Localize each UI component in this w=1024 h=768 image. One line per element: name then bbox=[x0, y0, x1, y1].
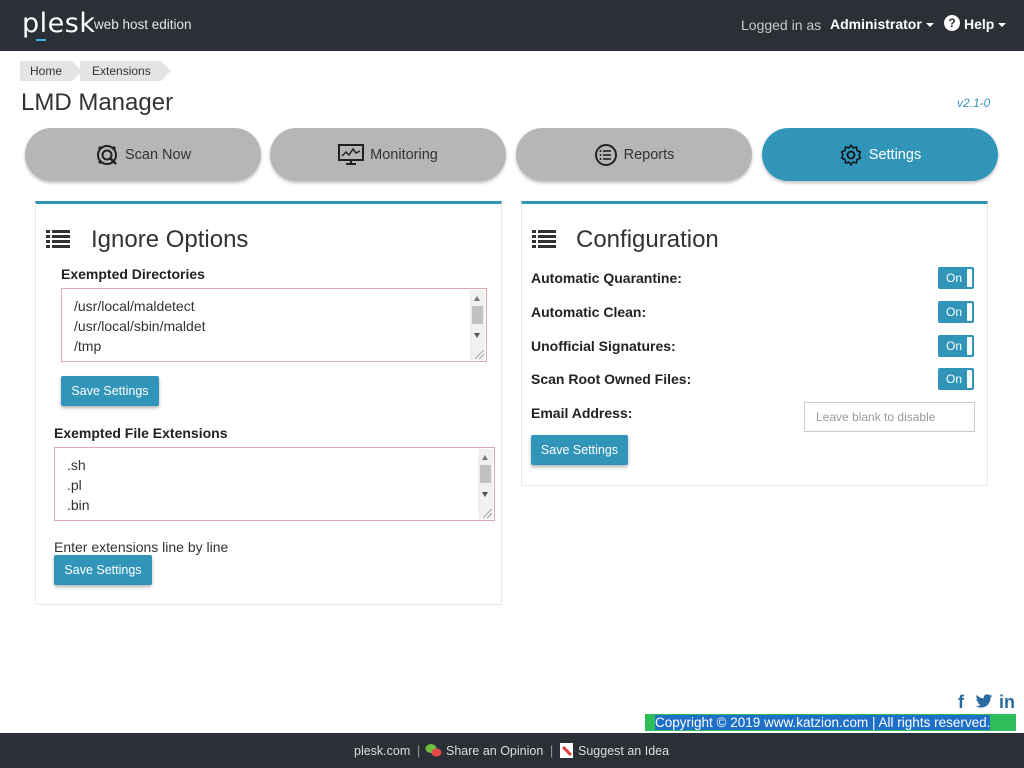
user-name: Administrator bbox=[830, 16, 922, 32]
exempted-directories-label: Exempted Directories bbox=[61, 266, 205, 282]
logged-in-label: Logged in as bbox=[741, 17, 822, 33]
scan-root-owned-label: Scan Root Owned Files: bbox=[531, 371, 692, 387]
resize-grip-icon[interactable] bbox=[475, 350, 484, 359]
plesk-logo[interactable]: plesk bbox=[22, 8, 95, 39]
configuration-title: Configuration bbox=[576, 226, 719, 253]
gear-icon bbox=[840, 143, 862, 166]
settings-button[interactable]: Settings bbox=[762, 128, 998, 181]
help-label: Help bbox=[964, 16, 995, 32]
scan-icon bbox=[96, 144, 117, 165]
list-item: .bin bbox=[67, 497, 90, 513]
facebook-icon[interactable]: f bbox=[958, 692, 964, 713]
linkedin-icon[interactable]: in bbox=[999, 692, 1015, 713]
unofficial-signatures-toggle[interactable]: On bbox=[938, 335, 974, 357]
version-label: v2.1-0 bbox=[957, 96, 991, 110]
automatic-clean-label: Automatic Clean: bbox=[531, 304, 647, 320]
idea-icon bbox=[559, 742, 575, 762]
list-item: /usr/local/maldetect bbox=[74, 298, 195, 314]
copyright-text: Copyright © 2019 www.katzion.com | All r… bbox=[655, 715, 991, 730]
toggle-state: On bbox=[946, 305, 963, 319]
list-item: /tmp bbox=[74, 338, 102, 354]
separator: | bbox=[550, 744, 554, 758]
configuration-panel: Configuration Automatic Quarantine: On A… bbox=[521, 201, 988, 486]
chevron-down-icon bbox=[998, 23, 1007, 28]
email-field[interactable]: Leave blank to disable bbox=[804, 402, 975, 432]
share-opinion-link[interactable]: Share an Opinion bbox=[446, 744, 543, 758]
scroll-down-icon[interactable] bbox=[474, 333, 480, 338]
save-directories-button[interactable]: Save Settings bbox=[61, 376, 159, 406]
ignore-options-panel: Ignore Options Exempted Directories /usr… bbox=[35, 201, 502, 605]
edition-label: web host edition bbox=[94, 17, 192, 32]
toggle-state: On bbox=[946, 271, 963, 285]
scan-now-button[interactable]: Scan Now bbox=[25, 128, 261, 181]
scroll-up-icon[interactable] bbox=[474, 296, 480, 301]
breadcrumb: Home Extensions bbox=[20, 61, 171, 81]
user-menu[interactable]: Administrator bbox=[830, 16, 934, 32]
toggle-state: On bbox=[946, 339, 963, 353]
plesk-link[interactable]: plesk.com bbox=[354, 744, 410, 758]
ignore-options-title: Ignore Options bbox=[91, 226, 249, 253]
exempted-directories-textarea[interactable]: /usr/local/maldetect /usr/local/sbin/mal… bbox=[61, 288, 487, 362]
scroll-thumb[interactable] bbox=[472, 306, 483, 324]
scan-root-owned-toggle[interactable]: On bbox=[938, 368, 974, 390]
extensions-hint: Enter extensions line by line bbox=[54, 539, 229, 555]
copyright-bar: Copyright © 2019 www.katzion.com | All r… bbox=[645, 714, 1016, 731]
list-item: .sh bbox=[67, 457, 86, 473]
list-item: /usr/local/sbin/maldet bbox=[74, 318, 206, 334]
twitter-icon[interactable] bbox=[975, 693, 993, 714]
automatic-quarantine-label: Automatic Quarantine: bbox=[531, 270, 682, 286]
scroll-up-icon[interactable] bbox=[482, 455, 488, 460]
page-title: LMD Manager bbox=[21, 89, 174, 116]
unofficial-signatures-label: Unofficial Signatures: bbox=[531, 338, 676, 354]
top-bar: plesk web host edition Logged in as Admi… bbox=[0, 0, 1024, 51]
monitor-icon bbox=[338, 143, 365, 165]
monitoring-button[interactable]: Monitoring bbox=[270, 128, 506, 181]
separator: | bbox=[417, 744, 421, 758]
reports-icon bbox=[594, 143, 617, 166]
breadcrumb-extensions[interactable]: Extensions bbox=[80, 61, 171, 81]
opinion-icon bbox=[425, 742, 442, 762]
email-address-label: Email Address: bbox=[531, 405, 633, 421]
help-menu[interactable]: Help bbox=[964, 16, 1007, 32]
scroll-down-icon[interactable] bbox=[482, 492, 488, 497]
automatic-clean-toggle[interactable]: On bbox=[938, 301, 974, 323]
exempted-extensions-textarea[interactable]: .sh .pl .bin bbox=[54, 447, 495, 521]
scroll-thumb[interactable] bbox=[480, 465, 491, 483]
resize-grip-icon[interactable] bbox=[483, 509, 492, 518]
reports-button[interactable]: Reports bbox=[516, 128, 752, 181]
toggle-state: On bbox=[946, 372, 963, 386]
suggest-idea-link[interactable]: Suggest an Idea bbox=[578, 744, 669, 758]
list-icon bbox=[46, 230, 70, 248]
scan-now-label: Scan Now bbox=[124, 146, 192, 163]
monitoring-label: Monitoring bbox=[370, 146, 438, 163]
exempted-extensions-label: Exempted File Extensions bbox=[54, 425, 228, 441]
breadcrumb-home[interactable]: Home bbox=[20, 61, 83, 81]
list-icon bbox=[532, 230, 556, 248]
chevron-down-icon bbox=[925, 23, 934, 28]
save-configuration-button[interactable]: Save Settings bbox=[531, 435, 628, 465]
help-icon[interactable]: ? bbox=[944, 15, 960, 31]
logo-accent bbox=[36, 39, 46, 41]
reports-label: Reports bbox=[623, 146, 675, 163]
automatic-quarantine-toggle[interactable]: On bbox=[938, 267, 974, 289]
list-item: .pl bbox=[67, 477, 82, 493]
save-extensions-button[interactable]: Save Settings bbox=[54, 555, 152, 585]
settings-label: Settings bbox=[868, 146, 922, 163]
bottom-bar: plesk.com | Share an Opinion | Suggest a… bbox=[0, 733, 1024, 768]
